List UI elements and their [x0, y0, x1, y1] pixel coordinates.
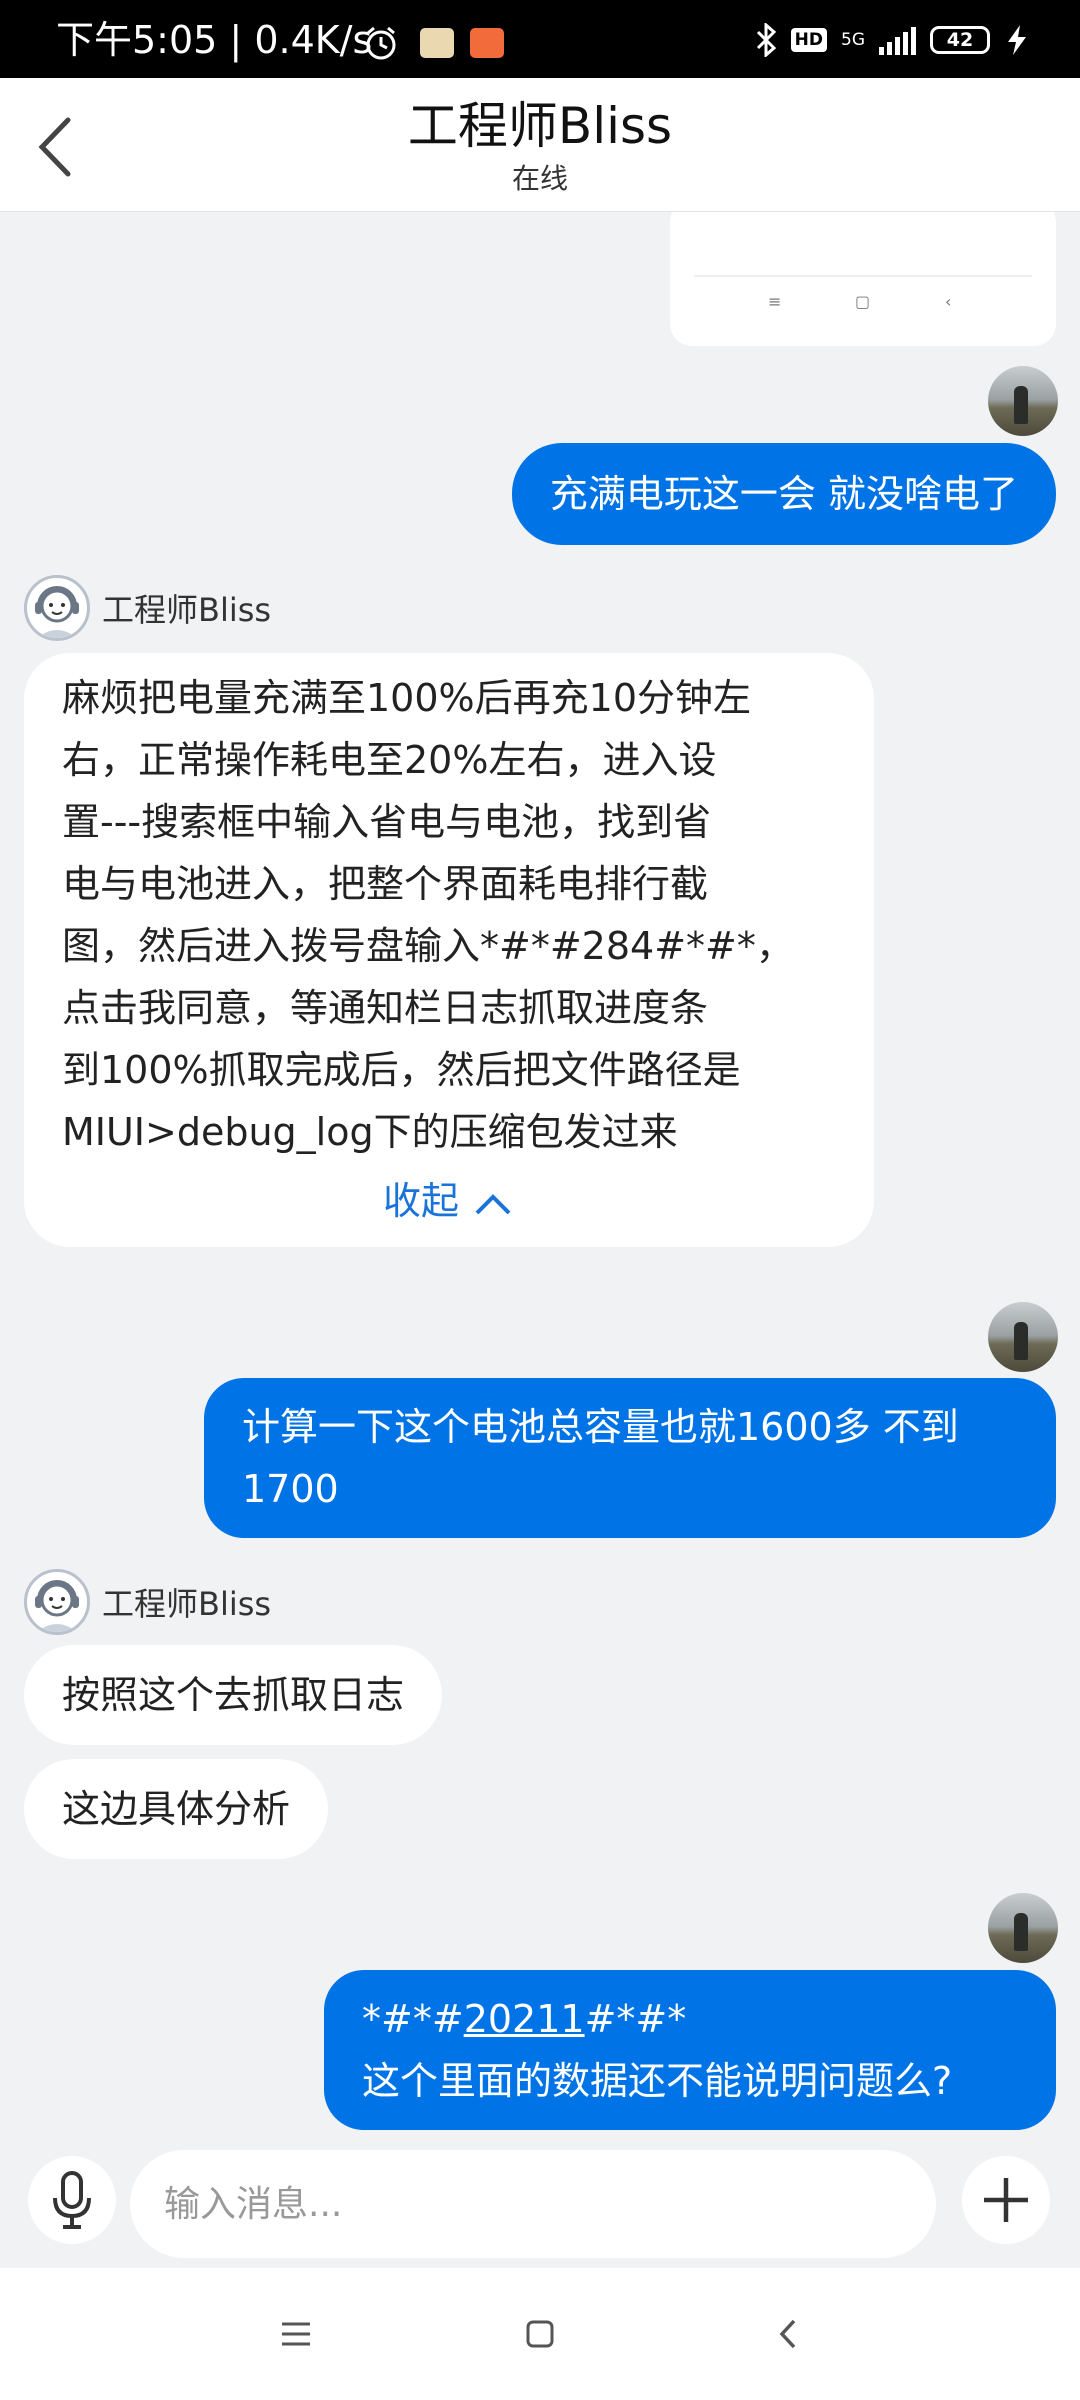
app-notification-icon [420, 28, 454, 58]
hd-badge: HD [790, 28, 827, 52]
message-line: 麻烦把电量充满至100%后再充10分钟左 [62, 676, 751, 720]
status-bar: 下午5:05 | 0.4K/s HD 5G 42 [0, 0, 1080, 78]
back-icon: ‹ [945, 292, 952, 311]
chevron-up-icon [475, 1193, 511, 1214]
message-line: 右，正常操作耗电至20%左右，进入设 [62, 738, 717, 782]
support-agent-icon [35, 586, 79, 638]
message-bubble-incoming[interactable]: 这边具体分析 [24, 1759, 329, 1859]
square-icon: ▢ [855, 292, 871, 311]
message-line: MIUI>debug_log下的压缩包发过来 [62, 1110, 678, 1154]
nav-home-button[interactable] [500, 2298, 580, 2370]
message-bubble-incoming[interactable]: 按照这个去抓取日志 [24, 1645, 443, 1745]
user-avatar[interactable] [988, 366, 1058, 436]
message-line: 电与电池进入，把整个界面耗电排行截 [62, 862, 709, 906]
nav-menu-button[interactable] [256, 2298, 336, 2370]
screenshot-image-message[interactable]: ≡ ▢ ‹ [670, 212, 1056, 346]
plus-icon [984, 2178, 1028, 2222]
home-square-icon [526, 2320, 554, 2348]
agent-avatar[interactable] [24, 575, 90, 641]
agent-name: 工程师Bliss [102, 591, 272, 629]
user-avatar[interactable] [988, 1893, 1058, 1963]
collapse-button[interactable]: 收起 [62, 1171, 834, 1231]
menu-icon [282, 2322, 310, 2346]
microphone-icon [53, 2171, 91, 2229]
chat-header: 工程师Bliss 在线 [0, 78, 1080, 212]
network-type: 5G [841, 30, 865, 50]
agent-header: 工程师Bliss [24, 575, 271, 641]
online-status: 在线 [511, 162, 568, 195]
message-input-container [130, 2150, 1044, 2258]
alarm-icon [366, 26, 396, 60]
menu-icon: ≡ [768, 292, 782, 311]
agent-name: 工程师Bliss [102, 1585, 272, 1623]
message-bubble-outgoing[interactable]: 计算一下这个电池总容量也就1600多 不到 1700 [204, 1378, 1056, 1538]
message-input[interactable] [164, 2176, 824, 2232]
nav-back-button[interactable] [748, 2298, 828, 2370]
message-bubble-outgoing[interactable]: *#*#20211#*#* 这个里面的数据还不能说明问题么? [324, 1970, 1056, 2130]
page-title: 工程师Bliss [407, 97, 673, 155]
agent-header: 工程师Bliss [24, 1569, 271, 1635]
message-input-bar [0, 2144, 1080, 2268]
back-arrow-icon [779, 2319, 796, 2349]
message-line: 置---搜索框中输入省电与电池，找到省 [62, 800, 712, 844]
chat-list[interactable]: ≡ ▢ ‹ 充满电玩这一会 就没啥电了 工程师Bliss 麻烦把电量充满至100… [0, 212, 1080, 2144]
support-agent-icon [35, 1580, 79, 1632]
app-notification-icon [470, 28, 504, 58]
signal-icon [879, 25, 916, 55]
charging-icon [1008, 25, 1026, 55]
phone-code-link[interactable]: 20211 [464, 1997, 585, 2041]
bluetooth-icon [756, 23, 776, 57]
message-bubble-incoming[interactable]: 麻烦把电量充满至100%后再充10分钟左 右，正常操作耗电至20%左右，进入设 … [24, 653, 874, 1247]
battery-icon: 42 [930, 26, 990, 54]
add-attachment-button[interactable] [962, 2156, 1050, 2244]
message-line: 图，然后进入拨号盘输入*#*#284#*#*， [62, 924, 794, 968]
message-line: 点击我同意，等通知栏日志抓取进度条 [62, 986, 709, 1030]
user-avatar[interactable] [988, 1302, 1058, 1372]
system-nav-bar [0, 2268, 1080, 2400]
message-line: 到100%抓取完成后，然后把文件路径是 [62, 1048, 741, 1092]
status-time: 下午5:05 | 0.4K/s [56, 18, 373, 62]
agent-avatar[interactable] [24, 1569, 90, 1635]
voice-input-button[interactable] [28, 2156, 116, 2244]
message-bubble-outgoing[interactable]: 充满电玩这一会 就没啥电了 [511, 443, 1056, 545]
